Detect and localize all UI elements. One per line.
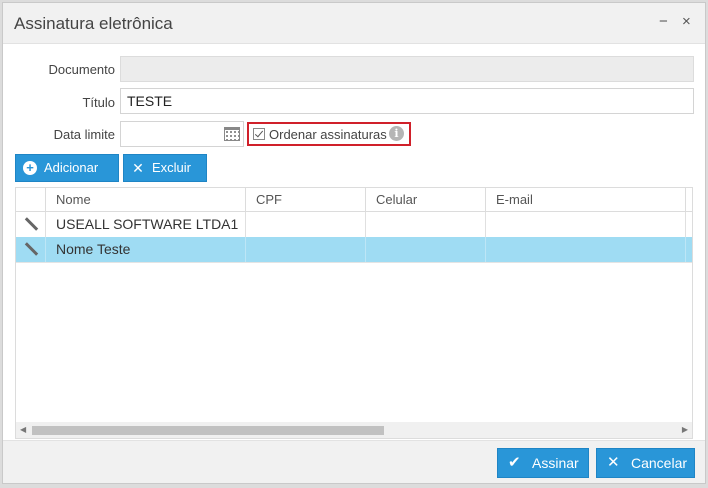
column-header-email[interactable]: E-mail <box>485 188 685 211</box>
x-icon: ✕ <box>607 454 620 471</box>
cell-email <box>485 212 685 237</box>
column-header-celular[interactable]: Celular <box>365 188 485 211</box>
cell-extra <box>685 237 692 262</box>
cell-celular <box>365 212 485 237</box>
signature-dialog: Assinatura eletrônica − × Documento Títu… <box>2 2 706 484</box>
scroll-right-icon[interactable]: ▶ <box>682 425 688 434</box>
delete-signer-button[interactable]: ✕ Excluir <box>123 154 207 182</box>
plus-circle-icon: + <box>23 161 37 175</box>
data-limite-label: Data limite <box>53 127 115 142</box>
dialog-footer: ✔ Assinar ✕ Cancelar <box>3 440 705 483</box>
cell-cpf <box>245 237 365 262</box>
cell-extra <box>685 212 692 237</box>
cancel-button-label: Cancelar <box>631 455 688 471</box>
ordenar-assinaturas-label[interactable]: Ordenar assinaturas <box>269 127 387 142</box>
documento-field <box>120 56 694 82</box>
table-row-selected[interactable]: Nome Teste <box>16 237 692 263</box>
titulo-label: Título <box>82 95 115 110</box>
check-icon: ✔ <box>508 454 521 471</box>
pencil-icon[interactable] <box>24 217 39 232</box>
scroll-left-icon[interactable]: ◀ <box>20 425 26 434</box>
cancel-button[interactable]: ✕ Cancelar <box>596 448 695 478</box>
sign-button-label: Assinar <box>532 455 579 471</box>
ordenar-assinaturas-checkbox[interactable] <box>253 128 265 140</box>
delete-button-label: Excluir <box>152 160 192 175</box>
cell-celular <box>365 237 485 262</box>
cell-nome: USEALL SOFTWARE LTDA1 <box>45 212 245 237</box>
signers-grid: Nome CPF Celular E-mail USEALL SOFTWARE … <box>15 187 693 439</box>
scrollbar-thumb[interactable] <box>32 426 384 435</box>
info-icon[interactable]: i <box>389 126 404 141</box>
column-header-extra <box>685 188 692 211</box>
sign-button[interactable]: ✔ Assinar <box>497 448 589 478</box>
documento-label: Documento <box>48 62 115 77</box>
column-header-cpf[interactable]: CPF <box>245 188 365 211</box>
cell-email <box>485 237 685 262</box>
dialog-titlebar: Assinatura eletrônica − × <box>3 3 705 44</box>
add-button-label: Adicionar <box>44 160 99 175</box>
table-row[interactable]: USEALL SOFTWARE LTDA1 <box>16 212 692 238</box>
close-icon[interactable]: × <box>682 14 691 30</box>
pencil-icon[interactable] <box>24 242 39 257</box>
titulo-field[interactable] <box>120 88 694 114</box>
calendar-icon[interactable] <box>224 127 240 141</box>
grid-header: Nome CPF Celular E-mail <box>16 188 692 212</box>
horizontal-scrollbar[interactable]: ◀ ▶ <box>16 422 692 438</box>
add-signer-button[interactable]: + Adicionar <box>15 154 119 182</box>
cell-nome: Nome Teste <box>45 237 245 262</box>
dialog-title: Assinatura eletrônica <box>14 14 173 33</box>
column-header-nome[interactable]: Nome <box>45 188 245 211</box>
x-icon: ✕ <box>132 160 144 176</box>
cell-cpf <box>245 212 365 237</box>
minimize-icon[interactable]: − <box>659 14 668 30</box>
